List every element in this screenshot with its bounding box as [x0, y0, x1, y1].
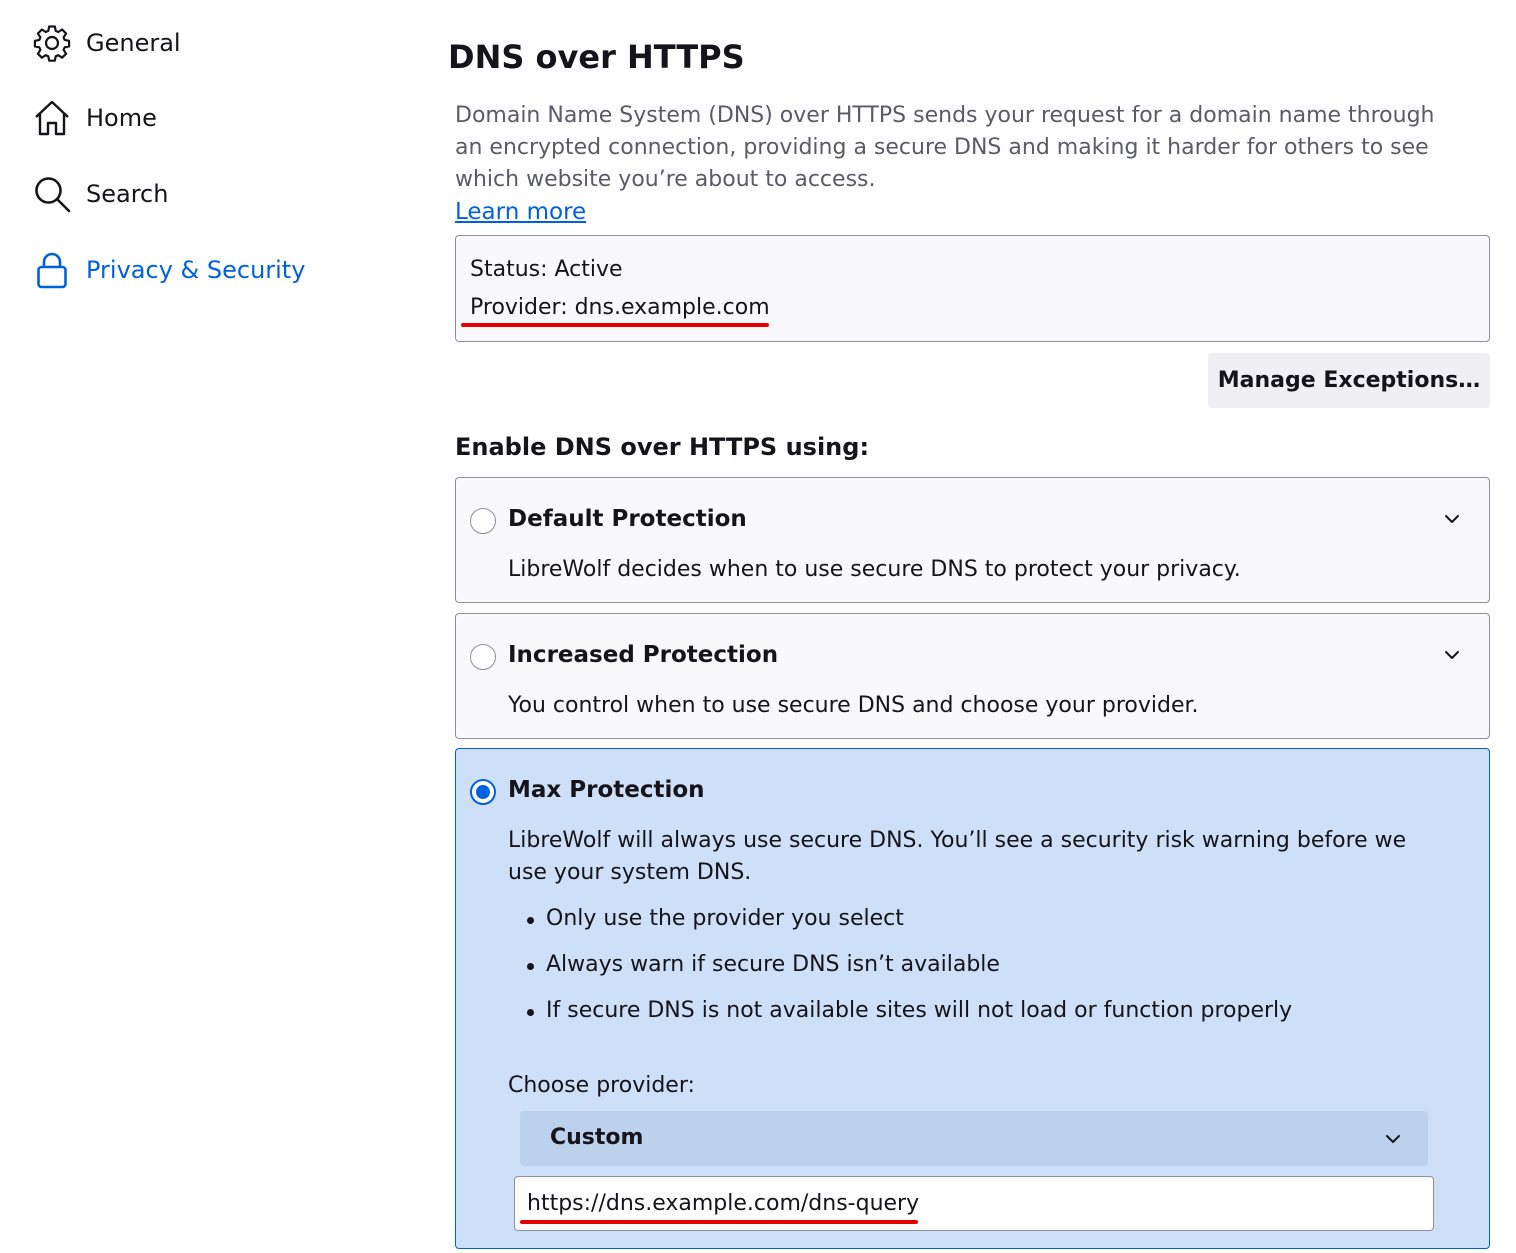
max-protection-bullets: Only use the provider you select Always … [508, 903, 1292, 1041]
sidebar-item-privacy-security[interactable]: Privacy & Security [32, 248, 305, 292]
list-item: If secure DNS is not available sites wil… [508, 995, 1292, 1041]
sidebar-item-label: General [86, 29, 181, 57]
dns-description: Domain Name System (DNS) over HTTPS send… [455, 103, 1435, 192]
status-text: Status: Active [470, 257, 623, 282]
chevron-down-icon[interactable] [1441, 508, 1463, 530]
learn-more-link[interactable]: Learn more [455, 199, 586, 225]
option-card-default-protection[interactable]: Default Protection LibreWolf decides whe… [455, 477, 1490, 603]
option-card-max-protection[interactable]: Max Protection LibreWolf will always use… [455, 748, 1490, 1249]
sidebar-item-general[interactable]: General [32, 21, 181, 65]
manage-exceptions-button[interactable]: Manage Exceptions… [1208, 353, 1490, 408]
red-annotation-underline [461, 323, 769, 327]
provider-select[interactable]: Custom [520, 1111, 1428, 1166]
chevron-down-icon[interactable] [1441, 644, 1463, 666]
sidebar-item-label: Privacy & Security [86, 256, 306, 284]
dns-status-box: Status: Active Provider: dns.example.com [455, 235, 1490, 342]
sidebar-item-label: Search [86, 180, 169, 208]
option-description: LibreWolf will always use secure DNS. Yo… [508, 828, 1407, 885]
list-item: Always warn if secure DNS isn’t availabl… [508, 949, 1292, 995]
sidebar-item-search[interactable]: Search [32, 172, 168, 216]
page-title: DNS over HTTPS [448, 38, 745, 76]
enable-dns-heading: Enable DNS over HTTPS using: [455, 433, 870, 461]
option-description: LibreWolf decides when to use secure DNS… [508, 557, 1241, 582]
provider-select-value: Custom [550, 1125, 644, 1150]
lock-icon [32, 250, 72, 290]
red-annotation-underline [520, 1220, 918, 1224]
choose-provider-label: Choose provider: [508, 1073, 695, 1098]
option-title: Increased Protection [508, 642, 779, 668]
list-item: Only use the provider you select [508, 903, 1292, 949]
sidebar-item-home[interactable]: Home [32, 96, 157, 140]
radio-max-protection[interactable] [470, 779, 496, 805]
radio-increased-protection[interactable] [470, 644, 496, 670]
gear-icon [32, 23, 72, 63]
option-description: You control when to use secure DNS and c… [508, 693, 1199, 718]
option-card-increased-protection[interactable]: Increased Protection You control when to… [455, 613, 1490, 739]
sidebar: General Home Search Privacy & Security [0, 0, 400, 1253]
radio-default-protection[interactable] [470, 508, 496, 534]
provider-text: Provider: dns.example.com [470, 295, 770, 320]
option-title: Default Protection [508, 506, 747, 532]
option-title: Max Protection [508, 777, 705, 803]
home-icon [32, 98, 72, 138]
chevron-down-icon [1386, 1135, 1400, 1143]
sidebar-item-label: Home [86, 104, 157, 132]
search-icon [32, 174, 72, 214]
